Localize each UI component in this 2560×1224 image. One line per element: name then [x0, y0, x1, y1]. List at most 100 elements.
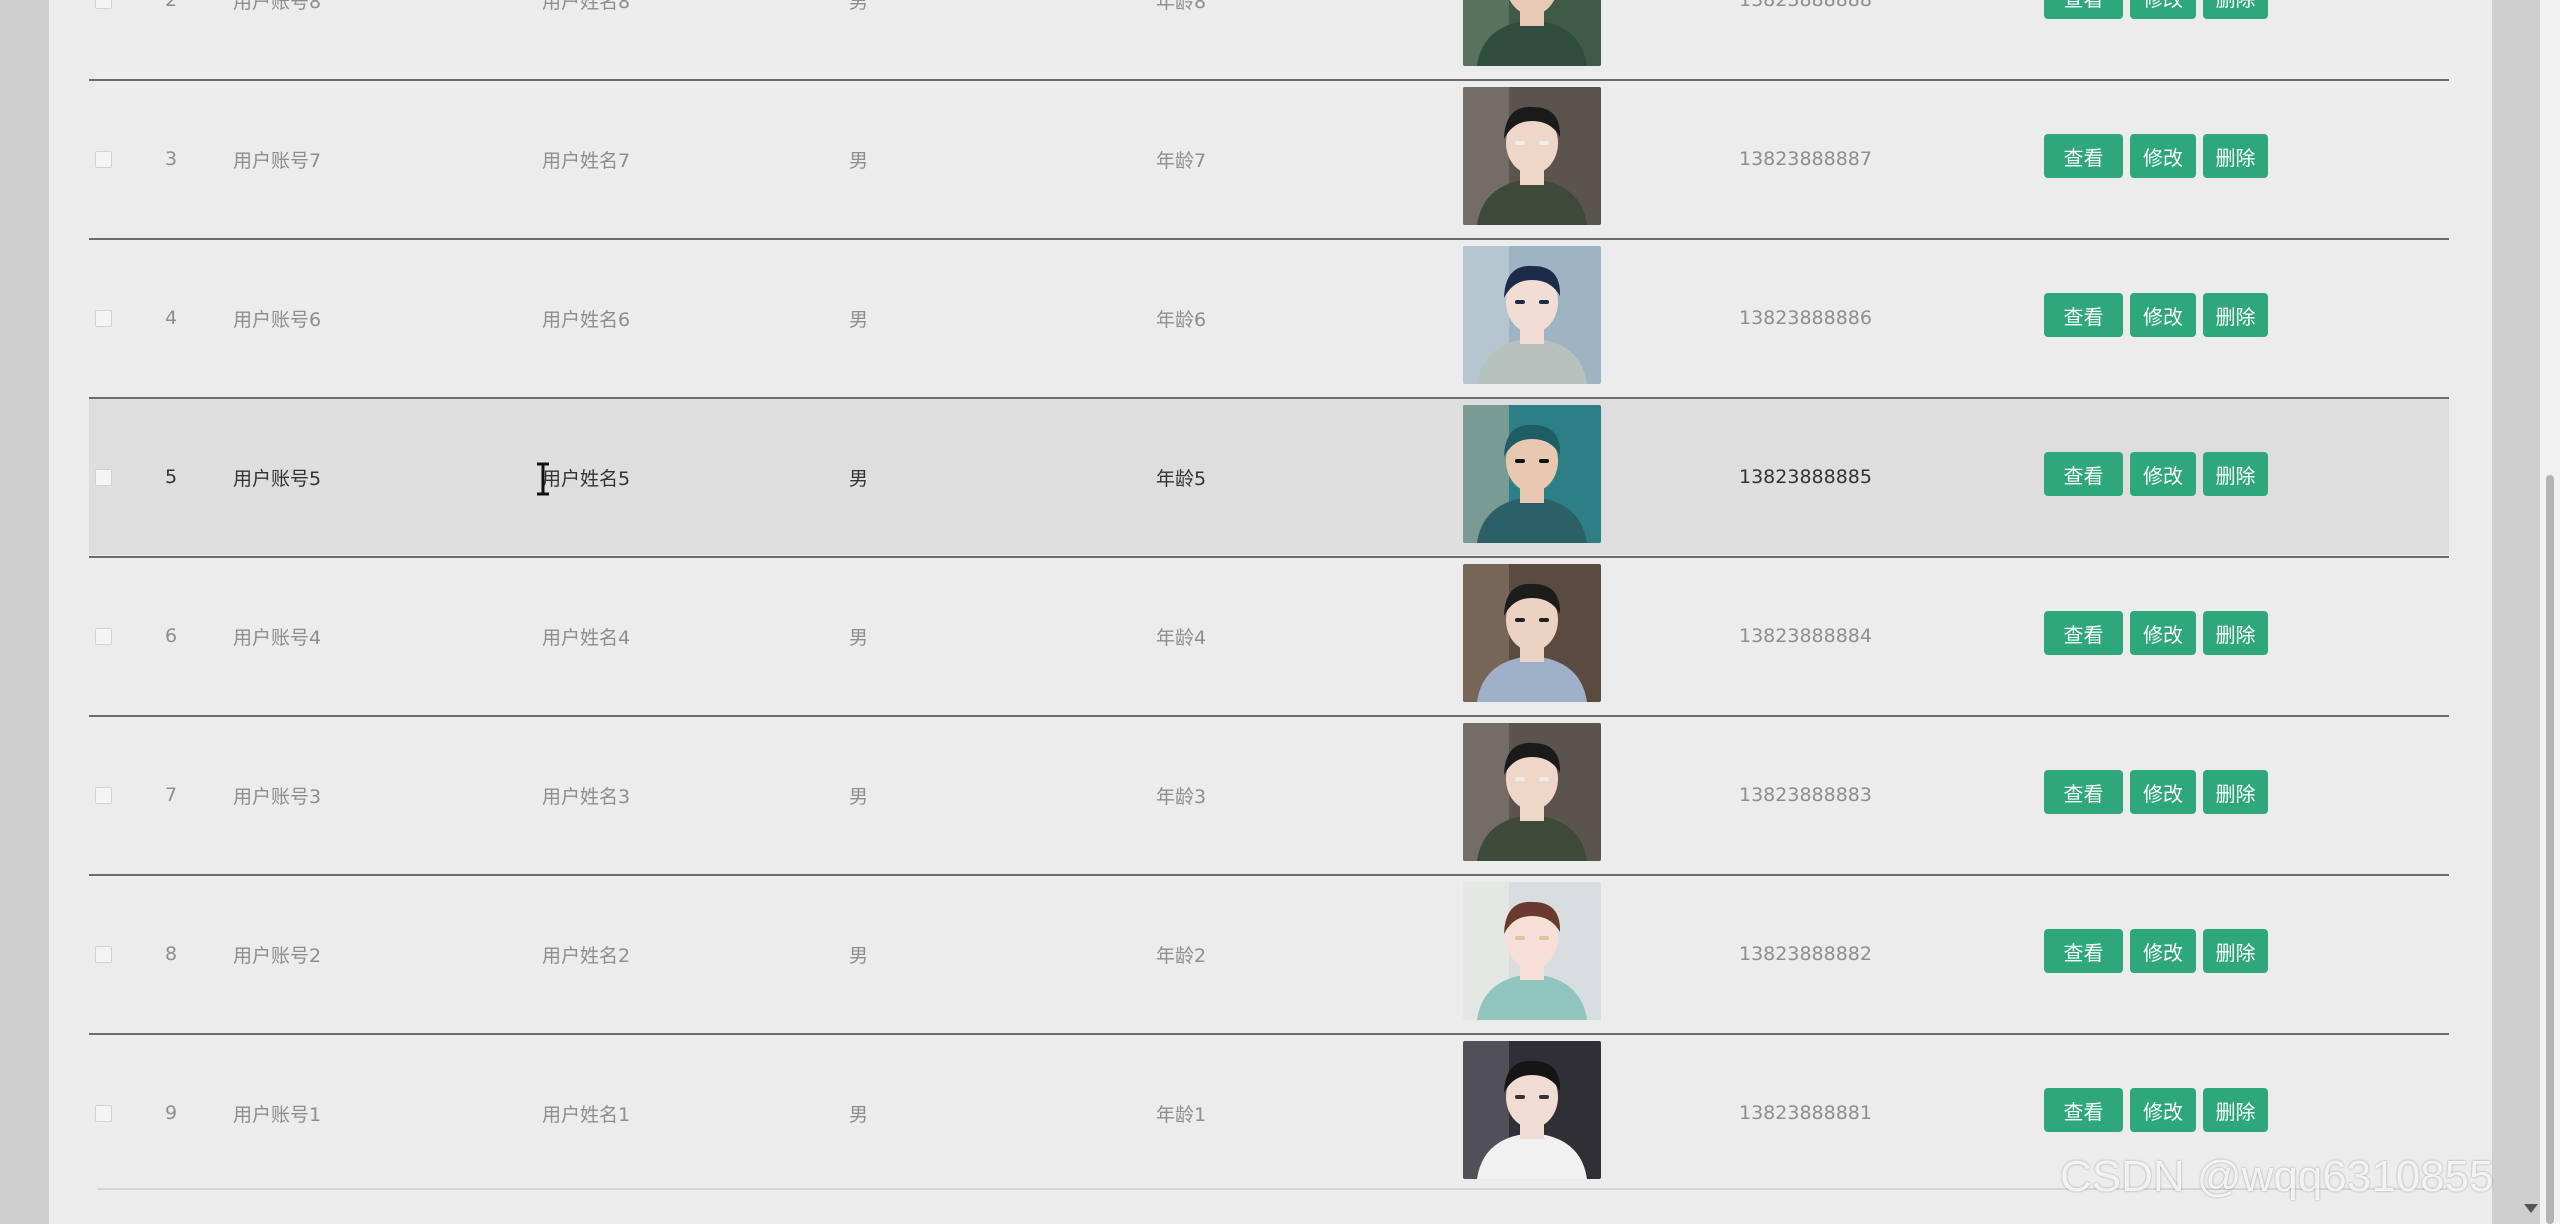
view-button[interactable]: 查看 [2044, 293, 2123, 337]
edit-button[interactable]: 修改 [2130, 929, 2196, 973]
row-index: 2 [165, 0, 178, 11]
row-actions: 查看 修改 删除 [2044, 134, 2275, 178]
user-avatar [1463, 564, 1601, 702]
user-sex: 男 [849, 944, 869, 967]
row-index: 4 [165, 307, 178, 329]
scroll-down-arrow-icon[interactable] [2524, 1204, 2538, 1213]
delete-button[interactable]: 删除 [2203, 929, 2268, 973]
user-name: 用户姓名2 [542, 944, 631, 967]
user-sex: 男 [849, 626, 869, 649]
row-checkbox[interactable] [95, 81, 113, 237]
user-phone: 13823888882 [1739, 943, 1872, 965]
view-button[interactable]: 查看 [2044, 134, 2123, 178]
user-sex: 男 [849, 149, 869, 172]
edit-button[interactable]: 修改 [2130, 0, 2196, 19]
user-age: 年龄6 [1156, 308, 1207, 331]
user-account: 用户账号3 [233, 785, 322, 808]
row-actions: 查看 修改 删除 [2044, 1088, 2275, 1132]
avatar-car-selfie [1463, 1041, 1601, 1179]
user-sex: 男 [849, 467, 869, 490]
edit-button[interactable]: 修改 [2130, 770, 2196, 814]
view-button[interactable]: 查看 [2044, 1088, 2123, 1132]
user-phone: 13823888887 [1739, 148, 1872, 170]
user-age: 年龄1 [1156, 1103, 1207, 1126]
table-row: 3 用户账号7 用户姓名7 男 年龄7 13823888887 查看 修改 删除 [89, 79, 2449, 237]
delete-button[interactable]: 删除 [2203, 770, 2268, 814]
delete-button[interactable]: 删除 [2203, 134, 2268, 178]
avatar-mirror-selfie-tie [1463, 564, 1601, 702]
delete-button[interactable]: 删除 [2203, 293, 2268, 337]
avatar-sunglasses [1463, 405, 1601, 543]
user-avatar [1463, 246, 1601, 384]
user-phone: 13823888888 [1739, 0, 1872, 11]
user-phone: 13823888883 [1739, 784, 1872, 806]
view-button[interactable]: 查看 [2044, 611, 2123, 655]
delete-button[interactable]: 删除 [2203, 452, 2268, 496]
row-index: 3 [165, 148, 178, 170]
table-row: 2 用户账号8 用户姓名8 男 年龄8 13823888888 查看 修改 删除 [89, 0, 2449, 78]
user-phone: 13823888886 [1739, 307, 1872, 329]
user-name: 用户姓名5 [542, 467, 631, 490]
avatar-girl-straw-hat [1463, 882, 1601, 1020]
row-checkbox[interactable] [95, 876, 113, 1032]
row-checkbox[interactable] [95, 1035, 113, 1191]
user-name: 用户姓名7 [542, 149, 631, 172]
avatar-brick-wall-selfie [1463, 723, 1601, 861]
table-row: 8 用户账号2 用户姓名2 男 年龄2 13823888882 查看 修改 删除 [89, 874, 2449, 1032]
page-scrollbar-thumb[interactable] [2546, 475, 2554, 1224]
view-button[interactable]: 查看 [2044, 929, 2123, 973]
row-actions: 查看 修改 删除 [2044, 770, 2275, 814]
row-index: 8 [165, 943, 178, 965]
user-account: 用户账号4 [233, 626, 322, 649]
delete-button[interactable]: 删除 [2203, 0, 2268, 19]
edit-button[interactable]: 修改 [2130, 293, 2196, 337]
user-avatar [1463, 405, 1601, 543]
user-name: 用户姓名8 [542, 0, 631, 13]
edit-button[interactable]: 修改 [2130, 134, 2196, 178]
user-name: 用户姓名4 [542, 626, 631, 649]
user-account: 用户账号8 [233, 0, 322, 13]
row-checkbox[interactable] [95, 240, 113, 396]
delete-button[interactable]: 删除 [2203, 611, 2268, 655]
table-row: 5 用户账号5 用户姓名5 男 年龄5 13823888885 查看 修改 删除 [89, 397, 2449, 555]
user-age: 年龄8 [1156, 0, 1207, 13]
user-account: 用户账号7 [233, 149, 322, 172]
avatar-brick-wall-selfie [1463, 87, 1601, 225]
view-button[interactable]: 查看 [2044, 452, 2123, 496]
row-actions: 查看 修改 删除 [2044, 293, 2275, 337]
view-button[interactable]: 查看 [2044, 770, 2123, 814]
edit-button[interactable]: 修改 [2130, 452, 2196, 496]
view-button[interactable]: 查看 [2044, 0, 2123, 19]
table-row: 4 用户账号6 用户姓名6 男 年龄6 13823888886 查看 修改 删除 [89, 238, 2449, 396]
user-sex: 男 [849, 0, 869, 13]
user-account: 用户账号2 [233, 944, 322, 967]
row-checkbox[interactable] [95, 558, 113, 714]
user-phone: 13823888884 [1739, 625, 1872, 647]
row-actions: 查看 修改 删除 [2044, 611, 2275, 655]
user-sex: 男 [849, 1103, 869, 1126]
edit-button[interactable]: 修改 [2130, 611, 2196, 655]
row-index: 9 [165, 1102, 178, 1124]
avatar-green-jacket-hand [1463, 0, 1601, 66]
row-checkbox[interactable] [95, 399, 113, 555]
delete-button[interactable]: 删除 [2203, 1088, 2268, 1132]
user-avatar [1463, 0, 1601, 66]
row-index: 6 [165, 625, 178, 647]
user-avatar [1463, 1041, 1601, 1179]
user-account: 用户账号6 [233, 308, 322, 331]
row-index: 5 [165, 466, 178, 488]
user-sex: 男 [849, 308, 869, 331]
user-avatar [1463, 87, 1601, 225]
row-checkbox[interactable] [95, 717, 113, 873]
text-cursor-icon [537, 462, 549, 496]
table-row: 7 用户账号3 用户姓名3 男 年龄3 13823888883 查看 修改 删除 [89, 715, 2449, 873]
user-avatar [1463, 723, 1601, 861]
edit-button[interactable]: 修改 [2130, 1088, 2196, 1132]
row-checkbox[interactable] [95, 0, 113, 78]
row-actions: 查看 修改 删除 [2044, 0, 2275, 19]
user-age: 年龄3 [1156, 785, 1207, 808]
row-index: 7 [165, 784, 178, 806]
row-actions: 查看 修改 删除 [2044, 929, 2275, 973]
avatar-navy-cap [1463, 246, 1601, 384]
row-actions: 查看 修改 删除 [2044, 452, 2275, 496]
